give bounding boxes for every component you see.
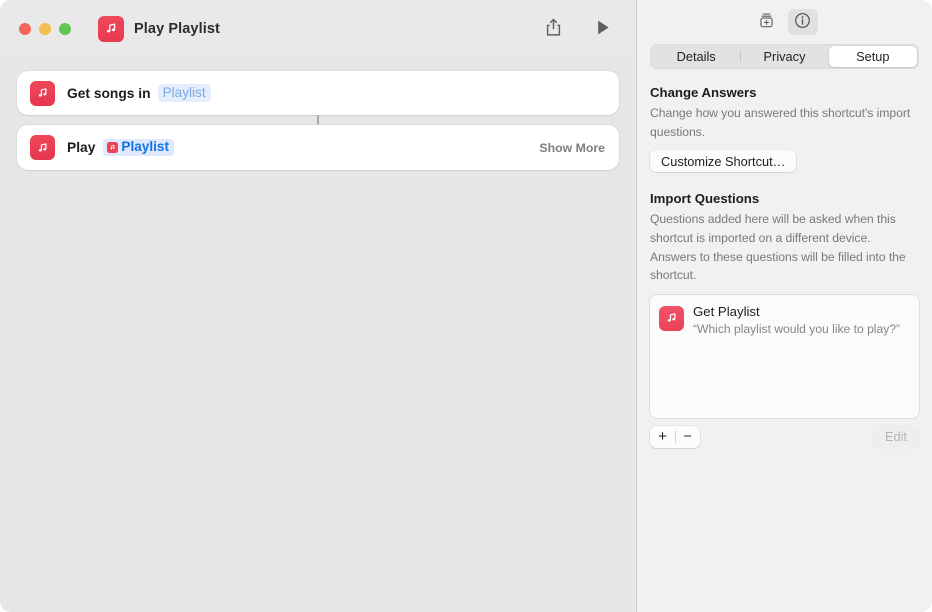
- minimize-window-button[interactable]: [39, 22, 51, 35]
- music-note-icon: [107, 141, 119, 153]
- tab-label: Details: [676, 49, 716, 64]
- window-titlebar: Play Playlist: [0, 0, 636, 57]
- tab-label: Setup: [856, 49, 890, 64]
- action-text: Play: [67, 140, 96, 155]
- music-note-icon: [659, 305, 684, 331]
- shortcuts-window: Play Playlist Get songs in Playlist Play…: [0, 0, 932, 612]
- import-questions-heading: Import Questions: [650, 191, 760, 207]
- tab-privacy[interactable]: Privacy: [740, 46, 828, 67]
- add-remove-segmented-control: + −: [650, 425, 700, 448]
- import-questions-list[interactable]: Get Playlist “Which playlist would you l…: [650, 294, 919, 418]
- inspector-pane: Details Privacy Setup Change Answers Cha…: [637, 0, 932, 612]
- page-title: Play Playlist: [134, 20, 220, 37]
- traffic-lights: [19, 22, 71, 35]
- music-note-icon: [98, 15, 124, 42]
- customize-shortcut-button[interactable]: Customize Shortcut…: [650, 150, 797, 173]
- share-button[interactable]: [538, 15, 568, 43]
- token-label: Playlist: [121, 139, 169, 155]
- edit-question-button[interactable]: Edit: [872, 425, 919, 448]
- music-note-icon: [30, 80, 55, 106]
- import-questions-footer: + − Edit: [650, 425, 919, 448]
- action-label: Get songs in Playlist: [67, 84, 211, 102]
- tab-details[interactable]: Details: [652, 46, 740, 67]
- action-label: Play Playlist: [67, 138, 174, 157]
- info-circle-icon: [794, 12, 811, 32]
- list-item[interactable]: Get Playlist “Which playlist would you l…: [650, 303, 919, 338]
- tab-separator: [740, 51, 742, 62]
- import-questions-description: Questions added here will be asked when …: [650, 212, 906, 283]
- action-connector: [17, 115, 619, 125]
- shortcut-info-button[interactable]: [787, 9, 818, 35]
- playlist-placeholder-token[interactable]: Playlist: [157, 84, 211, 102]
- action-text: Get songs in: [67, 85, 151, 101]
- playlist-variable-token[interactable]: Playlist: [103, 138, 174, 157]
- tab-setup[interactable]: Setup: [828, 46, 917, 67]
- inspector-tab-bar: Details Privacy Setup: [650, 44, 919, 69]
- actions-canvas: Get songs in Playlist Play Playlist Show…: [0, 57, 636, 612]
- music-note-icon: [30, 135, 55, 160]
- remove-question-button[interactable]: −: [675, 426, 700, 448]
- list-item-texts: Get Playlist “Which playlist would you l…: [693, 304, 900, 338]
- add-question-button[interactable]: +: [650, 426, 675, 448]
- shortcut-editor-pane: Play Playlist Get songs in Playlist Play…: [0, 0, 636, 612]
- play-icon: [596, 19, 611, 39]
- change-answers-heading: Change Answers: [650, 85, 757, 100]
- question-title: Get Playlist: [693, 303, 760, 319]
- run-shortcut-button[interactable]: [588, 15, 618, 43]
- add-to-shortcuts-button[interactable]: [752, 9, 782, 35]
- add-to-shortcuts-icon: [758, 12, 775, 32]
- maximize-window-button[interactable]: [59, 22, 71, 35]
- show-more-button[interactable]: Show More: [539, 141, 605, 155]
- question-prompt: “Which playlist would you like to play?”: [693, 322, 901, 337]
- section-spacer-small: [650, 285, 919, 295]
- share-icon: [545, 18, 562, 40]
- close-window-button[interactable]: [19, 22, 31, 35]
- change-answers-description: Change how you answered this shortcut's …: [650, 106, 911, 139]
- inspector-toolbar: [650, 0, 919, 44]
- connector-line: [317, 115, 319, 125]
- action-card-play[interactable]: Play Playlist Show More: [17, 125, 619, 170]
- action-card-get-songs[interactable]: Get songs in Playlist: [17, 71, 619, 115]
- tab-label: Privacy: [763, 49, 806, 64]
